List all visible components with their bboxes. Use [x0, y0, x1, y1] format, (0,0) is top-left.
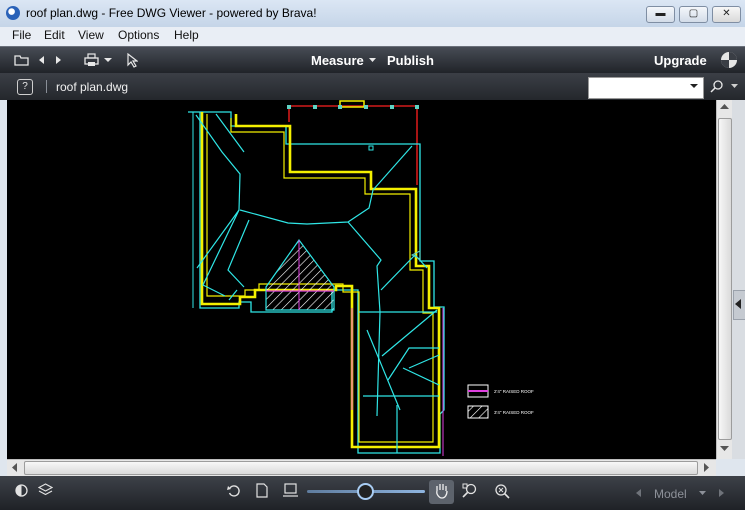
scroll-left-icon[interactable] — [12, 463, 18, 472]
menu-bar: File Edit View Options Help — [0, 27, 745, 46]
scroll-down-icon[interactable] — [720, 446, 729, 452]
search-options-caret-icon[interactable] — [731, 84, 738, 89]
legend-swatch-hatched — [467, 405, 489, 419]
document-tab[interactable]: roof plan.dwg — [56, 80, 128, 94]
roof-plan-drawing: 2'4" RAISED ROOF 3'4" RAISED ROOF — [188, 100, 534, 456]
app-logo-icon — [6, 6, 20, 20]
scroll-right-icon[interactable] — [704, 463, 710, 472]
layers-icon[interactable] — [38, 483, 53, 497]
forward-arrow-icon[interactable] — [54, 55, 62, 65]
measure-menu[interactable]: Measure — [311, 53, 364, 68]
panel-expand-icon[interactable] — [735, 299, 742, 309]
maximize-button[interactable]: ▢ — [679, 6, 708, 23]
zoom-extents-icon[interactable] — [494, 483, 510, 499]
open-folder-icon[interactable] — [14, 54, 29, 66]
contrast-icon[interactable] — [15, 484, 28, 497]
back-arrow-icon[interactable] — [38, 55, 46, 65]
hatched-roof-area — [265, 238, 335, 311]
fit-width-icon[interactable] — [282, 483, 299, 498]
legend: 2'4" RAISED ROOF 3'4" RAISED ROOF — [467, 384, 534, 419]
horizontal-scroll-thumb[interactable] — [24, 461, 698, 475]
legend-label-2: 3'4" RAISED ROOF — [494, 410, 534, 415]
prev-icon[interactable] — [636, 489, 642, 497]
page-icon[interactable] — [256, 483, 268, 498]
measure-caret-icon[interactable] — [369, 58, 376, 63]
scroll-up-icon[interactable] — [720, 104, 729, 110]
search-input[interactable] — [588, 77, 704, 99]
next-icon[interactable] — [719, 489, 725, 497]
legend-label-1: 2'4" RAISED ROOF — [494, 389, 534, 394]
help-button[interactable]: ? — [17, 79, 33, 95]
side-panel — [732, 100, 745, 459]
close-button[interactable]: ✕ — [712, 6, 741, 23]
separator — [46, 80, 47, 93]
dropdown-caret-icon[interactable] — [104, 58, 112, 63]
vertical-scroll-thumb[interactable] — [718, 118, 732, 440]
zoom-slider-handle[interactable] — [357, 483, 374, 500]
pan-hand-icon[interactable] — [433, 482, 450, 500]
model-layout-selector[interactable]: Model — [654, 487, 687, 501]
menu-edit[interactable]: Edit — [44, 28, 65, 42]
menu-help[interactable]: Help — [174, 28, 199, 42]
menu-options[interactable]: Options — [118, 28, 159, 42]
pointer-icon[interactable] — [126, 53, 138, 68]
brava-logo-icon — [721, 52, 737, 68]
publish-button[interactable]: Publish — [387, 53, 434, 68]
model-caret-icon[interactable] — [699, 491, 706, 496]
upgrade-button[interactable]: Upgrade — [654, 53, 707, 68]
minimize-button[interactable]: ▬ — [646, 6, 675, 23]
search-icon[interactable] — [710, 79, 724, 93]
print-icon[interactable] — [84, 53, 99, 67]
rotate-icon[interactable] — [227, 484, 241, 498]
main-toolbar: Measure Publish Upgrade — [0, 46, 745, 74]
drawing-canvas[interactable]: 2'4" RAISED ROOF 3'4" RAISED ROOF — [7, 100, 716, 459]
menu-view[interactable]: View — [78, 28, 104, 42]
menu-file[interactable]: File — [12, 28, 31, 42]
search-dropdown-icon[interactable] — [690, 84, 698, 89]
window-title: roof plan.dwg - Free DWG Viewer - powere… — [26, 6, 317, 20]
zoom-window-icon[interactable] — [462, 483, 478, 499]
